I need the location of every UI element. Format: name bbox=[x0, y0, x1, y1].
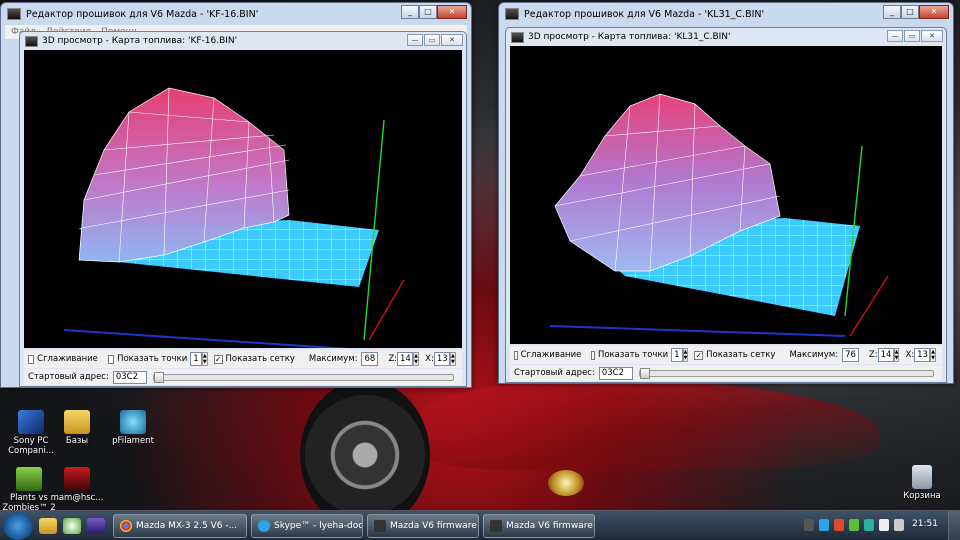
show-points-checkbox[interactable] bbox=[107, 354, 115, 364]
show-points-checkbox[interactable] bbox=[591, 350, 595, 360]
taskbar-button-skype[interactable]: Skype™ - lyeha-doc bbox=[251, 513, 363, 538]
axis-x bbox=[849, 275, 889, 337]
wallpaper-car bbox=[420, 380, 880, 470]
3d-fuel-map-canvas[interactable] bbox=[510, 46, 942, 344]
image-icon bbox=[64, 467, 90, 491]
maximize-icon[interactable]: ▭ bbox=[424, 34, 440, 46]
app-icon bbox=[25, 35, 38, 47]
system-tray bbox=[804, 519, 904, 531]
points-spinner[interactable]: ▲ ▼ bbox=[201, 352, 208, 366]
caption-buttons: _ □ ✕ bbox=[883, 5, 949, 19]
x-spinner[interactable]: ▲ ▼ bbox=[930, 348, 936, 362]
axis-y bbox=[549, 325, 846, 337]
points-spinner[interactable]: ▲ ▼ bbox=[682, 348, 689, 362]
viewer-window-1: 3D просмотр - Карта топлива: 'KF-16.BIN'… bbox=[19, 31, 467, 387]
z-spinner[interactable]: ▲ ▼ bbox=[413, 352, 420, 366]
caption-buttons: _ □ ✕ bbox=[401, 5, 467, 19]
network-icon[interactable] bbox=[879, 519, 889, 531]
address-slider[interactable] bbox=[638, 367, 934, 379]
desktop-icon-folder[interactable]: Базы bbox=[48, 410, 106, 446]
start-address-row: Стартовый адрес: 03C2 bbox=[510, 365, 942, 381]
smoothing-checkbox[interactable] bbox=[28, 354, 35, 364]
smoothing-checkbox[interactable] bbox=[514, 350, 518, 360]
taskbar-button-chrome[interactable]: Mazda MX-3 2.5 V6 -... bbox=[113, 513, 247, 538]
viewer-controls: Сглаживание Показать точки 1 ▲ ▼ ✓ Показа… bbox=[510, 346, 942, 364]
app-icon bbox=[505, 8, 519, 20]
app-icon[interactable] bbox=[63, 517, 81, 534]
skype-icon bbox=[258, 519, 270, 532]
minimize-icon[interactable]: _ bbox=[401, 5, 419, 19]
maximize-icon[interactable]: □ bbox=[901, 5, 919, 19]
start-address-field[interactable]: 03C2 bbox=[598, 366, 633, 380]
address-slider[interactable] bbox=[152, 371, 454, 383]
game-icon bbox=[16, 467, 42, 491]
x-input[interactable]: 13 bbox=[433, 352, 450, 366]
editor-window-2: Редактор прошивок для V6 Mazda - 'KL31_C… bbox=[498, 2, 954, 384]
z-input[interactable]: 14 bbox=[877, 348, 894, 362]
recycle-bin-icon bbox=[912, 465, 932, 489]
max-input[interactable]: 76 bbox=[842, 348, 859, 362]
start-address-row: Стартовый адрес: 03C2 bbox=[24, 369, 462, 385]
close-icon[interactable]: ✕ bbox=[919, 5, 949, 19]
x-spinner[interactable]: ▲ ▼ bbox=[449, 352, 456, 366]
chrome-icon bbox=[120, 519, 132, 532]
tray-icon[interactable] bbox=[819, 519, 829, 531]
app-icon bbox=[7, 8, 21, 20]
max-input[interactable]: 68 bbox=[361, 352, 379, 366]
sony-icon bbox=[18, 410, 44, 434]
x-input[interactable]: 13 bbox=[914, 348, 931, 362]
3d-fuel-map-canvas[interactable] bbox=[24, 50, 462, 351]
z-input[interactable]: 14 bbox=[397, 352, 413, 366]
show-desktop-button[interactable] bbox=[948, 511, 960, 540]
clock[interactable]: 21:51 bbox=[912, 519, 938, 529]
start-button[interactable] bbox=[3, 511, 33, 540]
app-icon bbox=[511, 31, 524, 43]
maximize-icon[interactable]: □ bbox=[419, 5, 437, 19]
taskbar-button-editor-2[interactable]: Mazda V6 firmware e... bbox=[483, 513, 595, 538]
fuel-map-surface bbox=[549, 93, 889, 337]
desktop-icon-image[interactable]: mam@hsc... bbox=[48, 467, 106, 503]
tray-icon[interactable] bbox=[804, 519, 814, 531]
minimize-icon[interactable]: — bbox=[887, 30, 903, 42]
wallpaper-headlight bbox=[548, 470, 584, 496]
app-icon bbox=[374, 519, 386, 532]
viewer-titlebar[interactable]: 3D просмотр - Карта топлива: 'KL31_C.BIN… bbox=[506, 28, 946, 46]
volume-icon[interactable] bbox=[894, 519, 904, 531]
z-spinner[interactable]: ▲ ▼ bbox=[893, 348, 900, 362]
close-icon[interactable]: ✕ bbox=[921, 30, 943, 42]
taskbar-button-editor-1[interactable]: Mazda V6 firmware e... bbox=[367, 513, 479, 538]
fuel-map-surface bbox=[63, 87, 405, 351]
slider-thumb[interactable] bbox=[153, 371, 164, 383]
axis-x bbox=[368, 279, 405, 341]
axis-y bbox=[63, 329, 365, 351]
tray-icon[interactable] bbox=[849, 519, 859, 531]
taskbar: Mazda MX-3 2.5 V6 -... Skype™ - lyeha-do… bbox=[0, 510, 960, 540]
minimize-icon[interactable]: — bbox=[407, 34, 423, 46]
viewer-titlebar[interactable]: 3D просмотр - Карта топлива: 'KF-16.BIN'… bbox=[20, 32, 466, 50]
explorer-icon[interactable] bbox=[39, 517, 57, 534]
editor-window-1: Редактор прошивок для V6 Mazda - 'KF-16.… bbox=[0, 2, 472, 388]
show-grid-checkbox[interactable]: ✓ bbox=[213, 354, 223, 364]
close-icon[interactable]: ✕ bbox=[437, 5, 467, 19]
viewer-window-2: 3D просмотр - Карта топлива: 'KL31_C.BIN… bbox=[505, 27, 947, 383]
folder-icon bbox=[64, 410, 90, 434]
maximize-icon[interactable]: ▭ bbox=[904, 30, 920, 42]
app-icon bbox=[120, 410, 146, 434]
points-input[interactable]: 1 bbox=[190, 352, 202, 366]
app-icon bbox=[490, 519, 502, 532]
minimize-icon[interactable]: _ bbox=[883, 5, 901, 19]
desktop-icon-pfilament[interactable]: pFilament bbox=[104, 410, 162, 446]
points-input[interactable]: 1 bbox=[671, 348, 683, 362]
slider-thumb[interactable] bbox=[639, 367, 650, 379]
close-icon[interactable]: ✕ bbox=[441, 34, 463, 46]
desktop-icon-recycle-bin[interactable]: Корзина bbox=[893, 465, 951, 501]
vs-icon[interactable] bbox=[87, 517, 105, 534]
show-grid-checkbox[interactable]: ✓ bbox=[694, 350, 704, 360]
viewer-controls: Сглаживание Показать точки 1 ▲ ▼ ✓ Показа… bbox=[24, 350, 462, 368]
start-address-field[interactable]: 03C2 bbox=[112, 370, 147, 384]
wallpaper-wheel bbox=[300, 380, 430, 530]
tray-icon[interactable] bbox=[834, 519, 844, 531]
tray-icon[interactable] bbox=[864, 519, 874, 531]
